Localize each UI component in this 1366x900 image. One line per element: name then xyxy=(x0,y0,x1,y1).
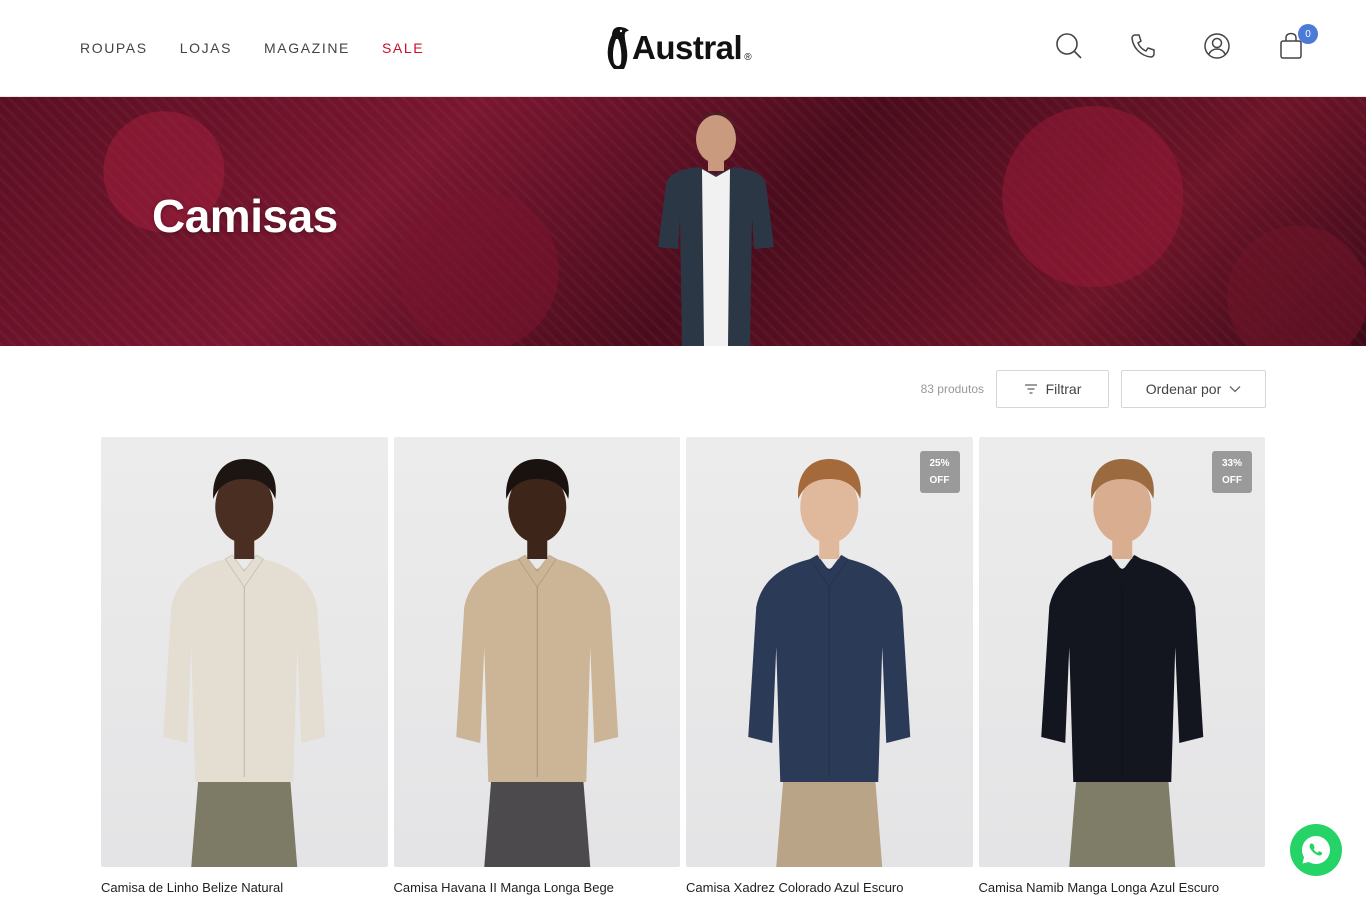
product-name[interactable]: Camisa Namib Manga Longa Azul Escuro xyxy=(979,880,1266,895)
user-icon xyxy=(1204,33,1230,59)
discount-percent: 33% xyxy=(1221,458,1242,469)
search-button[interactable] xyxy=(1054,27,1084,65)
category-hero-banner: Camisas xyxy=(0,97,1366,346)
discount-percent: 25% xyxy=(929,458,950,469)
product-model-illustration xyxy=(455,459,618,867)
product-card[interactable]: Camisa Havana II Manga Longa Bege xyxy=(393,437,681,895)
phone-button[interactable] xyxy=(1128,27,1158,65)
product-card[interactable]: 25% OFF Camisa Xadrez Colorado Azul Escu… xyxy=(686,437,973,895)
whatsapp-icon xyxy=(1302,836,1330,864)
product-name[interactable]: Camisa de Linho Belize Natural xyxy=(101,880,388,895)
product-image[interactable]: 33% OFF xyxy=(978,437,1265,867)
penguin-logo-icon xyxy=(607,27,629,69)
whatsapp-chat-button[interactable] xyxy=(1290,824,1342,876)
product-image[interactable] xyxy=(393,437,680,867)
chevron-down-icon xyxy=(1229,386,1241,393)
site-header: ROUPAS LOJAS MAGAZINE SALE Austral ® 0 xyxy=(0,0,1366,97)
main-nav: ROUPAS LOJAS MAGAZINE SALE xyxy=(80,0,424,96)
sort-label: Ordenar por xyxy=(1145,381,1222,397)
product-card[interactable]: Camisa de Linho Belize Natural xyxy=(101,437,388,895)
product-count: 83 produtos xyxy=(920,382,984,396)
product-name[interactable]: Camisa Havana II Manga Longa Bege xyxy=(394,880,681,895)
account-button[interactable] xyxy=(1202,27,1232,65)
product-name[interactable]: Camisa Xadrez Colorado Azul Escuro xyxy=(686,880,973,895)
product-grid: Camisa de Linho Belize Natural Camisa Ha… xyxy=(101,437,1265,895)
product-model-illustration xyxy=(1040,459,1203,867)
search-icon xyxy=(1056,33,1082,59)
header-actions: 0 xyxy=(1054,24,1318,65)
hero-model-image xyxy=(658,113,774,346)
discount-badge: 25% OFF xyxy=(919,451,960,493)
discount-badge: 33% OFF xyxy=(1212,451,1252,493)
discount-off-label: OFF xyxy=(929,475,950,486)
cart-count-badge: 0 xyxy=(1298,24,1318,44)
page-title: Camisas xyxy=(152,190,338,242)
phone-icon xyxy=(1131,34,1155,58)
nav-item-roupas[interactable]: ROUPAS xyxy=(80,40,148,56)
product-card[interactable]: 33% OFF Camisa Namib Manga Longa Azul Es… xyxy=(978,437,1266,895)
product-model-illustration xyxy=(163,459,326,867)
nav-item-lojas[interactable]: LOJAS xyxy=(180,40,232,56)
product-model-illustration xyxy=(748,459,911,867)
filter-button[interactable]: Filtrar xyxy=(996,370,1109,408)
nav-item-sale[interactable]: SALE xyxy=(382,40,424,56)
product-image[interactable] xyxy=(101,437,388,867)
registered-mark: ® xyxy=(744,51,752,63)
cart-button[interactable]: 0 xyxy=(1276,24,1318,65)
brand-logo[interactable]: Austral ® xyxy=(606,24,752,72)
nav-item-magazine[interactable]: MAGAZINE xyxy=(264,40,350,56)
listing-toolbar: 83 produtos Filtrar Ordenar por xyxy=(921,370,1266,408)
sort-dropdown[interactable]: Ordenar por xyxy=(1121,370,1266,408)
filter-icon xyxy=(1024,384,1037,394)
filter-label: Filtrar xyxy=(1045,381,1082,397)
discount-off-label: OFF xyxy=(1222,475,1242,486)
brand-wordmark: Austral xyxy=(632,29,743,66)
product-image[interactable]: 25% OFF xyxy=(686,437,973,867)
